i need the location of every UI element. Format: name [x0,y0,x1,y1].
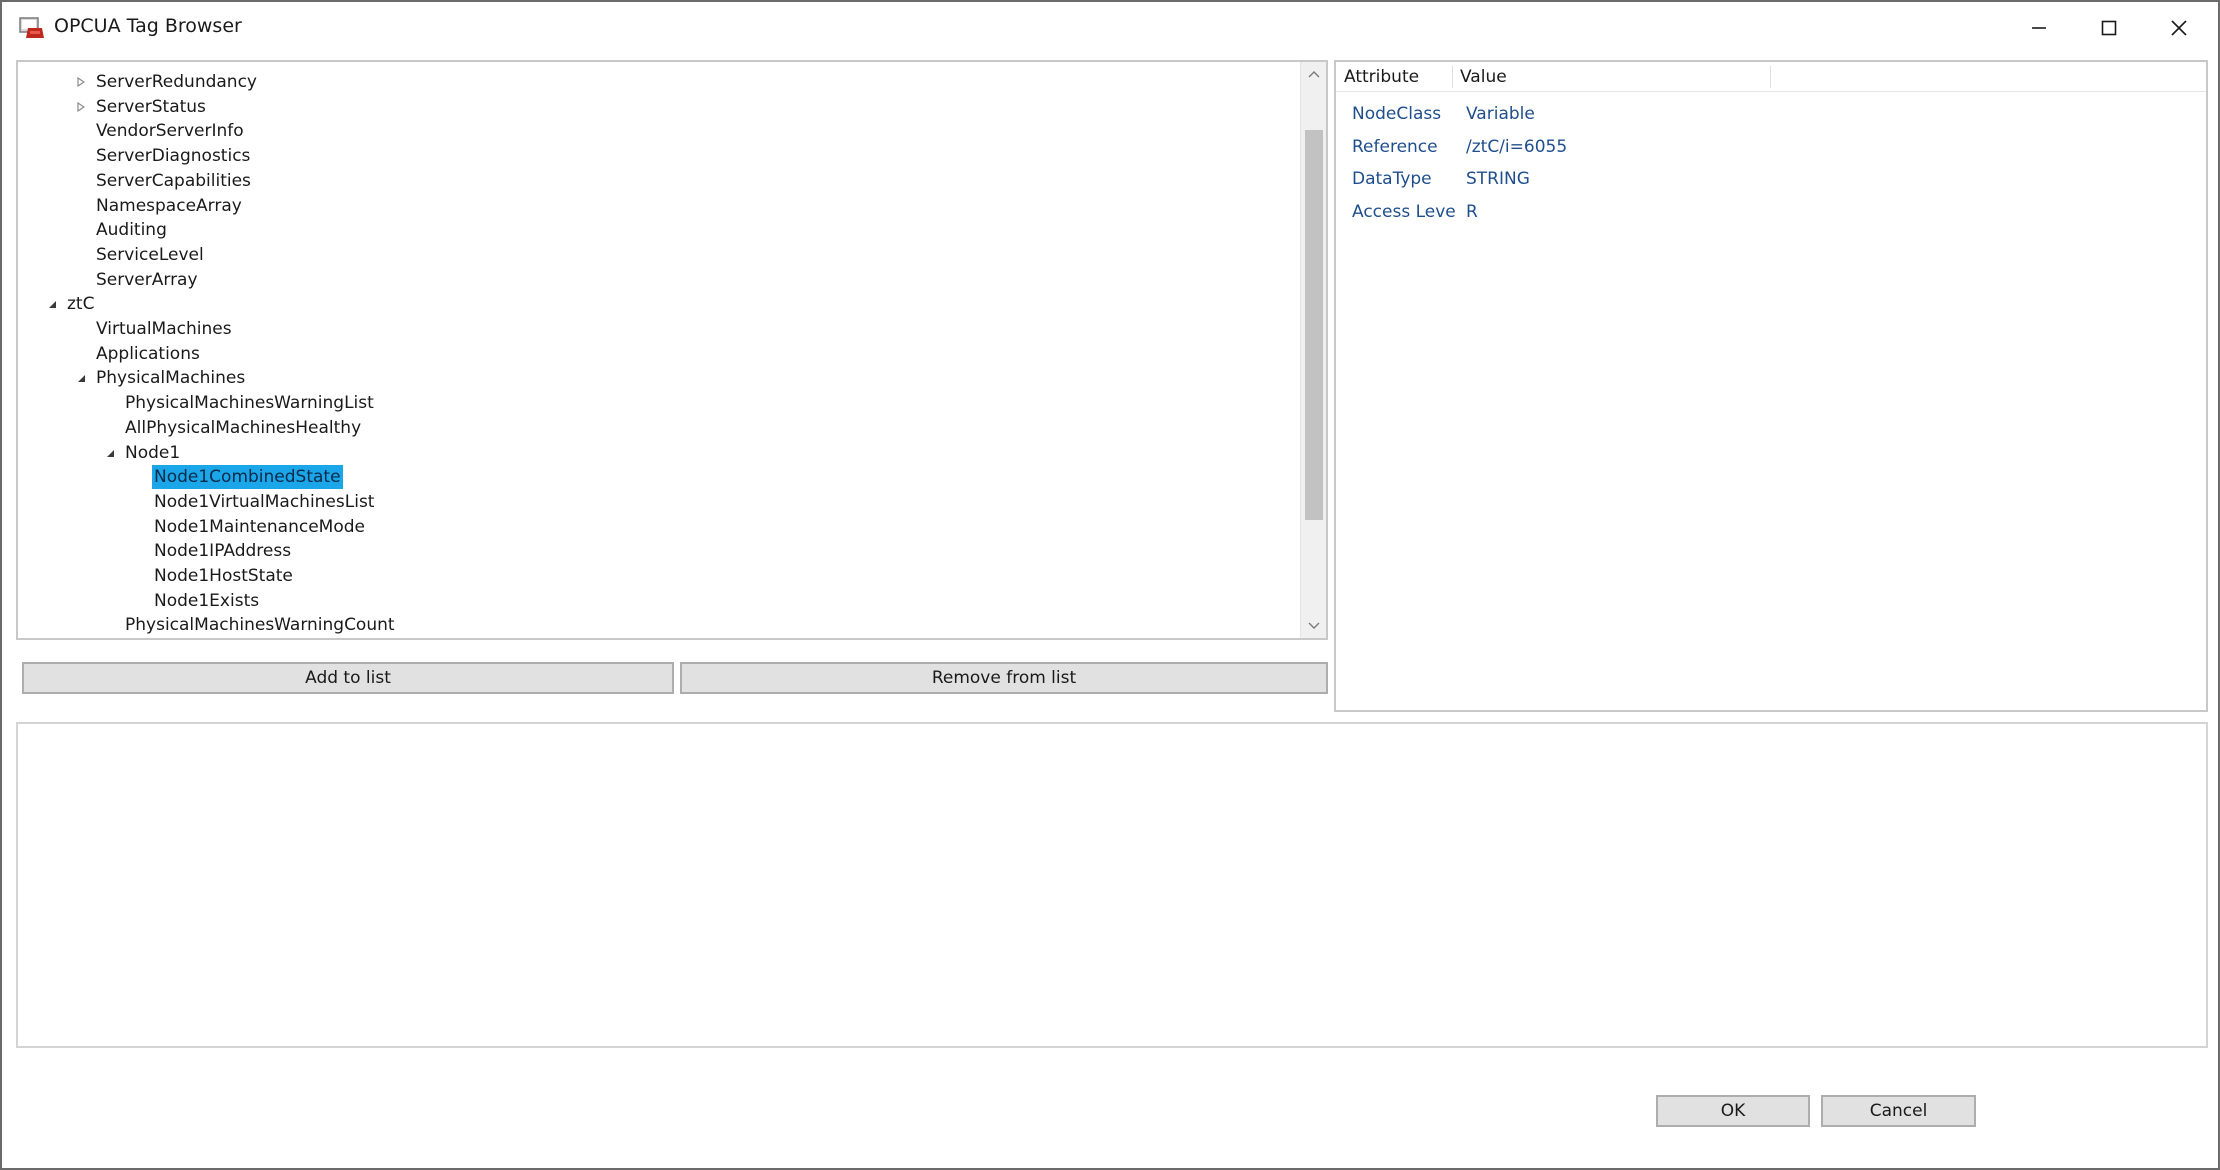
close-icon [2171,20,2187,36]
window-title: OPCUA Tag Browser [54,15,242,37]
cancel-button[interactable]: Cancel [1821,1095,1976,1127]
tree-item[interactable]: Node1 [18,441,1298,465]
tree-item[interactable]: ServerArray [18,268,1298,292]
attribute-table-header: Attribute Value [1336,62,2206,92]
tree-item[interactable]: ServerDiagnostics [18,144,1298,168]
attribute-value: /ztC/i=6055 [1466,136,1568,157]
tree-item-label: PhysicalMachinesWarningCount [125,615,395,636]
ok-button[interactable]: OK [1656,1095,1810,1127]
collapse-arrow-icon[interactable] [103,441,117,465]
tree-item-label: Node1 [125,442,181,463]
tree-item[interactable]: ServiceLevel [18,243,1298,267]
attribute-value: R [1466,201,1478,222]
tree-item-label: Applications [96,343,200,364]
attribute-name: Access Leve [1352,201,1456,222]
tree-item[interactable]: VirtualMachines [18,317,1298,341]
tree-item[interactable]: ServerRedundancy [18,70,1298,94]
minimize-icon [2032,27,2046,29]
tree-item-label: ServerArray [96,269,198,290]
tree-item-label: NamespaceArray [96,195,242,216]
maximize-icon [2101,20,2117,36]
tree-item-label: Node1VirtualMachinesList [154,491,375,512]
attribute-row[interactable]: Reference/ztC/i=6055 [1336,133,2206,163]
tree-item-label: Node1MaintenanceMode [154,516,365,537]
tree-item-label: VirtualMachines [96,319,232,339]
attribute-name: Reference [1352,136,1438,157]
expand-arrow-icon[interactable] [74,70,88,94]
close-button[interactable] [2144,2,2214,54]
tag-tree-view[interactable]: ServerRedundancy ServerStatus VendorServer… [16,60,1328,640]
selected-tags-list[interactable] [16,722,2208,1048]
scroll-down-button[interactable] [1301,614,1326,638]
tree-item[interactable]: NamespaceArray [18,194,1298,218]
tree-item-label: PhysicalMachinesWarningList [125,393,374,414]
tree-item-label: VendorServerInfo [96,121,244,142]
tree-item[interactable]: Auditing [18,218,1298,242]
tree-item-label: ServerStatus [96,96,206,117]
attribute-panel: Attribute Value NodeClass Variable Referen… [1334,60,2208,712]
tree-item-label: Node1Exists [154,590,260,611]
chevron-down-icon [1308,622,1320,629]
tree-item[interactable]: Applications [18,342,1298,366]
column-separator[interactable] [1770,66,1771,88]
chevron-up-icon [1308,71,1320,78]
collapse-arrow-icon[interactable] [45,292,59,316]
tree-item-label: ServerDiagnostics [96,146,251,167]
attribute-name: NodeClass [1352,104,1442,124]
tree-item[interactable]: Node1IPAddress [18,539,1298,563]
tree-item[interactable]: VendorServerInfo [18,119,1298,143]
attribute-value: Variable [1466,104,1535,124]
scroll-thumb[interactable] [1305,130,1323,520]
tree-item[interactable]: Node1VirtualMachinesList [18,490,1298,514]
tree-item-label: Node1CombinedState [152,465,343,490]
attribute-row[interactable]: Access Leve R [1336,198,2206,228]
tree-item-label: Node1IPAddress [154,541,292,562]
tree-item-label: PhysicalMachines [96,368,246,389]
opcua-tag-browser-window: OPCUA Tag Browser ServerRedundancy Server… [0,0,2220,1170]
title-bar[interactable]: OPCUA Tag Browser [2,2,2218,54]
collapse-arrow-icon[interactable] [74,366,88,390]
attribute-value: STRING [1466,169,1530,189]
tree-item-label: Auditing [96,220,167,241]
tree-item-label: ztC [67,294,95,315]
app-icon [18,14,46,42]
minimize-button[interactable] [2004,2,2074,54]
tree-item[interactable]: Node1CombinedState [18,465,1298,490]
add-to-list-button[interactable]: Add to list [22,662,674,694]
remove-from-list-button[interactable]: Remove from list [680,662,1328,694]
attribute-row[interactable]: DataType STRING [1336,165,2206,195]
tree-item[interactable]: Node1MaintenanceMode [18,515,1298,539]
tree-item[interactable]: ServerCapabilities [18,169,1298,193]
maximize-button[interactable] [2074,2,2144,54]
tree-item[interactable]: PhysicalMachines [18,366,1298,390]
attribute-name: DataType [1352,169,1432,189]
tree-item-label: Node1HostState [154,566,293,586]
column-header-value[interactable]: Value [1452,62,1507,92]
tree-item[interactable]: Node1Exists [18,589,1298,613]
tree-item[interactable]: ztC [18,292,1298,316]
attribute-row[interactable]: NodeClass Variable [1336,100,2206,130]
tree-item-label: ServerCapabilities [96,170,251,191]
tree-item-label: ServiceLevel [96,244,204,265]
tree-item[interactable]: AllPhysicalMachinesHealthy [18,416,1298,440]
tree-vertical-scrollbar[interactable] [1300,62,1326,638]
tree-item-label: AllPhysicalMachinesHealthy [125,417,362,438]
tree-item-label: ServerRedundancy [96,72,257,92]
tree-item[interactable]: ServerStatus [18,95,1298,119]
column-header-attribute[interactable]: Attribute [1336,62,1419,92]
tree-item[interactable]: Node1HostState [18,564,1298,588]
scroll-up-button[interactable] [1301,62,1326,86]
expand-arrow-icon[interactable] [74,95,88,119]
tree-item[interactable]: PhysicalMachinesWarningList [18,391,1298,415]
tree-item[interactable]: PhysicalMachinesWarningCount [18,613,1298,637]
